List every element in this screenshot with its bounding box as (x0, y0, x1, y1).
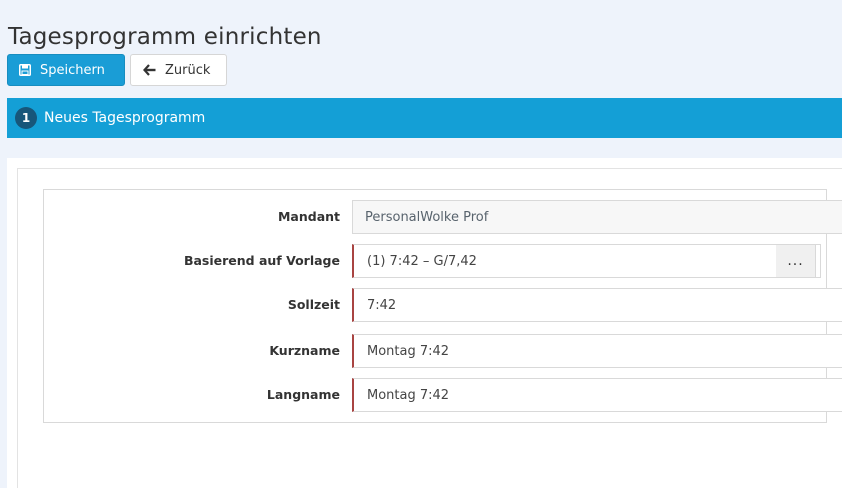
step-number-badge: 1 (15, 107, 37, 129)
mandant-select[interactable]: PersonalWolke Prof (352, 200, 842, 234)
kurzname-input[interactable]: Montag 7:42 (352, 334, 842, 368)
kurzname-input-value: Montag 7:42 (367, 343, 450, 359)
form-container: Mandant PersonalWolke Prof Basierend auf… (43, 189, 842, 423)
page-title: Tagesprogramm einrichten (8, 24, 322, 51)
vorlage-field-value: (1) 7:42 – G/7,42 (367, 253, 477, 269)
langname-input[interactable]: Montag 7:42 (352, 378, 842, 412)
mandant-label: Mandant (277, 209, 340, 224)
wizard-step-bar: 1 Neues Tagesprogramm (7, 98, 842, 138)
kurzname-label: Kurzname (269, 343, 340, 358)
step-label: Neues Tagesprogramm (44, 110, 206, 126)
back-button[interactable]: Zurück (130, 54, 227, 86)
langname-input-value: Montag 7:42 (367, 387, 450, 403)
vorlage-field[interactable]: (1) 7:42 – G/7,42 (352, 244, 821, 278)
sollzeit-input[interactable]: 7:42 (352, 288, 842, 322)
floppy-disk-icon (19, 64, 31, 76)
sollzeit-input-value: 7:42 (367, 297, 397, 313)
langname-label: Langname (266, 387, 340, 402)
back-button-label: Zurück (165, 62, 211, 78)
arrow-left-icon (143, 64, 156, 76)
vorlage-browse-button[interactable]: ... (776, 244, 816, 278)
save-button-label: Speichern (40, 62, 105, 78)
vorlage-label: Basierend auf Vorlage (183, 253, 340, 268)
sollzeit-label: Sollzeit (287, 297, 340, 312)
save-button[interactable]: Speichern (7, 54, 125, 86)
mandant-select-value: PersonalWolke Prof (365, 209, 489, 225)
